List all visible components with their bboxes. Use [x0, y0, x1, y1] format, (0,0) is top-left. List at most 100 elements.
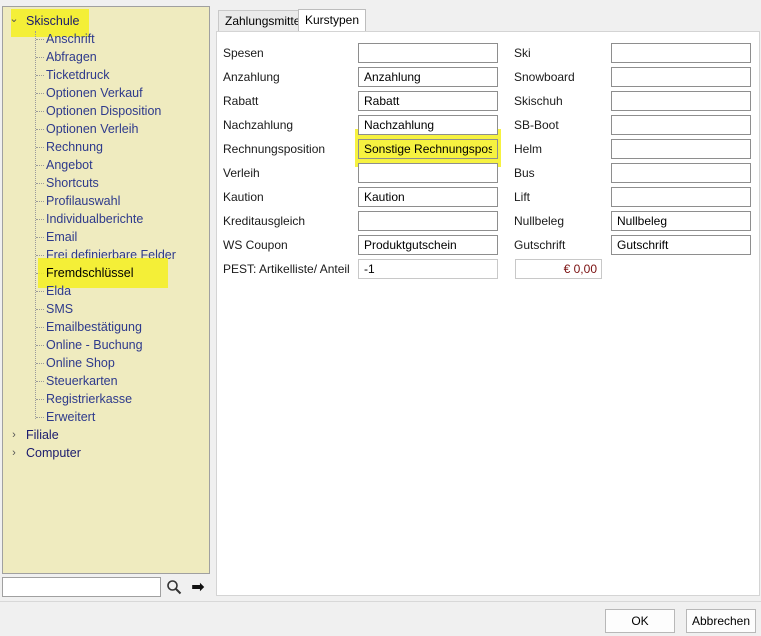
tree-item[interactable]: Email — [44, 228, 79, 246]
field-label: Kreditausgleich — [223, 214, 306, 228]
tree-guide-tick — [36, 111, 44, 112]
tree-item[interactable]: Emailbestätigung — [44, 318, 144, 336]
kurstypen-panel: Spesen Anzahlung Rabatt Nachzahlung Rechnung… — [216, 31, 760, 596]
field-label: Lift — [514, 190, 531, 204]
chevron-right-icon[interactable]: › — [9, 426, 19, 444]
tree-item[interactable]: Optionen Verkauf — [44, 84, 145, 102]
tree-item-filiale[interactable]: Filiale — [24, 426, 61, 444]
tree-item-label: Erweitert — [46, 410, 96, 424]
field-label: Helm — [514, 142, 543, 156]
tree-item[interactable]: Elda — [44, 282, 73, 300]
text-field[interactable] — [611, 235, 751, 255]
text-field[interactable] — [358, 115, 498, 135]
text-field[interactable] — [358, 235, 498, 255]
text-field[interactable] — [611, 187, 751, 207]
field-label: Gutschrift — [514, 238, 566, 252]
pest-amount-field[interactable] — [515, 259, 602, 279]
cancel-button[interactable]: Abbrechen — [686, 609, 756, 633]
field-label: Rabatt — [223, 94, 259, 108]
field-label: Kaution — [223, 190, 264, 204]
field-label: Nachzahlung — [223, 118, 294, 132]
tree-item[interactable]: Ticketdruck — [44, 66, 111, 84]
tree-guide-tick — [36, 309, 44, 310]
tree-guide-tick — [36, 165, 44, 166]
settings-tree[interactable]: ⌄ Skischule Anschrift Abfragen Ticketdruck Op… — [2, 6, 210, 574]
tree-item[interactable]: Online Shop — [44, 354, 117, 372]
tree-item[interactable]: SMS — [44, 300, 75, 318]
text-field[interactable] — [611, 43, 751, 63]
arrow-right-icon[interactable]: ➡ — [188, 577, 208, 597]
tree-guide-tick — [36, 255, 44, 256]
tree-item-label: Ticketdruck — [46, 68, 110, 82]
text-field[interactable] — [358, 67, 498, 87]
tree-item-label: Emailbestätigung — [46, 320, 142, 334]
tab-kurstypen[interactable]: Kurstypen — [298, 9, 367, 32]
text-field[interactable] — [611, 67, 751, 87]
text-field[interactable] — [611, 163, 751, 183]
tree-guide-tick — [36, 219, 44, 220]
tree-guide-tick — [36, 147, 44, 148]
tree-item-label: Online - Buchung — [46, 338, 143, 352]
tree-item[interactable]: Abfragen — [44, 48, 99, 66]
tree-guide-tick — [36, 345, 44, 346]
tree-item-label: Optionen Disposition — [46, 104, 162, 118]
text-field[interactable] — [611, 139, 751, 159]
tree-guide-tick — [36, 201, 44, 202]
tree-item[interactable]: Shortcuts — [44, 174, 101, 192]
field-label: Anzahlung — [223, 70, 280, 84]
field-label: Spesen — [223, 46, 264, 60]
ok-button[interactable]: OK — [605, 609, 675, 633]
tree-guide-tick — [36, 237, 44, 238]
tree-item-label: Abfragen — [46, 50, 97, 64]
tree-item-label: Anschrift — [46, 32, 95, 46]
field-label: Snowboard — [514, 70, 575, 84]
tree-item-computer[interactable]: Computer — [24, 444, 83, 462]
tree-item-label: Elda — [46, 284, 72, 298]
tree-guide-tick — [36, 39, 44, 40]
tree-guide-line — [35, 31, 36, 419]
text-field[interactable] — [611, 115, 751, 135]
text-field[interactable] — [358, 187, 498, 207]
magnifier-icon[interactable] — [164, 577, 184, 597]
tree-guide-tick — [36, 93, 44, 94]
chevron-down-icon[interactable]: ⌄ — [9, 10, 19, 28]
tree-item[interactable]: Steuerkarten — [44, 372, 120, 390]
text-field[interactable] — [358, 163, 498, 183]
tree-item-label: Individualberichte — [46, 212, 144, 226]
field-label: SB-Boot — [514, 118, 559, 132]
text-field[interactable] — [358, 211, 498, 231]
tree-item[interactable]: Profilauswahl — [44, 192, 122, 210]
tree-item-label: Angebot — [46, 158, 93, 172]
field-label: Rechnungsposition — [223, 142, 326, 156]
tree-item[interactable]: Rechnung — [44, 138, 105, 156]
tree-item-label: Skischule — [26, 14, 80, 28]
tab-zahlungsmittel[interactable]: Zahlungsmittel — [218, 10, 311, 31]
tree-item[interactable]: Individualberichte — [44, 210, 145, 228]
tree-item-label: Profilauswahl — [46, 194, 121, 208]
tree-item[interactable]: Optionen Disposition — [44, 102, 163, 120]
tree-item-label: Optionen Verleih — [46, 122, 139, 136]
tree-item[interactable]: Registrierkasse — [44, 390, 134, 408]
field-label: Verleih — [223, 166, 260, 180]
tree-item-skischule[interactable]: Skischule — [24, 12, 82, 30]
chevron-right-icon[interactable]: › — [9, 444, 19, 462]
tree-item[interactable]: Optionen Verleih — [44, 120, 140, 138]
tree-guide-tick — [36, 381, 44, 382]
tree-search-input[interactable] — [2, 577, 161, 597]
text-field[interactable] — [358, 139, 498, 159]
tree-guide-tick — [36, 327, 44, 328]
text-field[interactable] — [358, 91, 498, 111]
field-label: Bus — [514, 166, 535, 180]
tree-item-label: Registrierkasse — [46, 392, 133, 406]
tree-guide-tick — [36, 399, 44, 400]
tree-item[interactable]: Anschrift — [44, 30, 97, 48]
text-field[interactable] — [611, 91, 751, 111]
tree-item-label: Online Shop — [46, 356, 115, 370]
text-field[interactable] — [611, 211, 751, 231]
tree-item[interactable]: Erweitert — [44, 408, 97, 426]
pest-value-field[interactable] — [358, 259, 498, 279]
tree-item[interactable]: Fremdschlüssel — [44, 264, 136, 282]
text-field[interactable] — [358, 43, 498, 63]
tree-item[interactable]: Angebot — [44, 156, 95, 174]
tree-item[interactable]: Online - Buchung — [44, 336, 145, 354]
